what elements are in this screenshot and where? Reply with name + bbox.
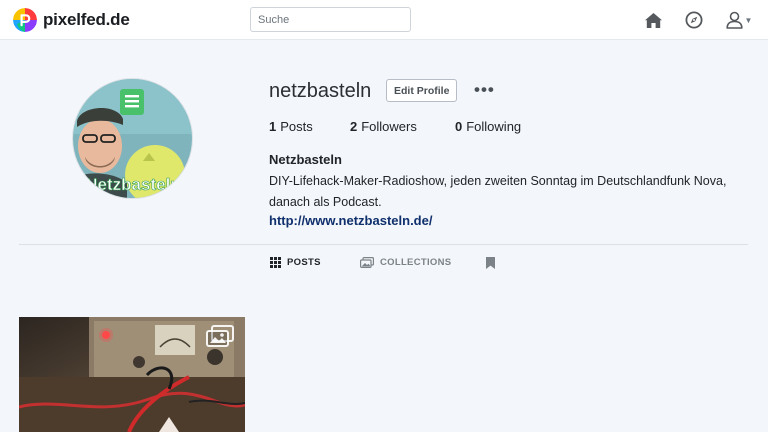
- user-menu-icon[interactable]: ▼: [724, 9, 754, 31]
- profile-display-name: Netzbasteln: [269, 152, 342, 167]
- profile-website-link[interactable]: http://www.netzbasteln.de/: [269, 213, 432, 228]
- search-input[interactable]: [250, 7, 411, 32]
- stat-following[interactable]: 0 Following: [455, 119, 521, 134]
- chevron-down-icon: ▼: [744, 15, 753, 25]
- following-label: Following: [466, 119, 522, 134]
- collections-icon: [360, 257, 374, 268]
- stat-followers[interactable]: 2 Followers: [350, 119, 455, 134]
- posts-count: 1: [269, 119, 277, 134]
- grid-icon: [270, 257, 281, 268]
- stat-posts[interactable]: 1 Posts: [269, 119, 350, 134]
- tab-posts-label: POSTS: [287, 257, 321, 268]
- followers-label: Followers: [361, 119, 417, 134]
- pixelfed-logo-icon: [13, 8, 37, 32]
- more-options-button[interactable]: •••: [474, 80, 495, 100]
- tab-collections[interactable]: COLLECTIONS: [360, 257, 451, 268]
- bookmark-icon: [486, 257, 495, 269]
- following-count: 0: [455, 119, 463, 134]
- nav-icon-group: ▼: [642, 9, 754, 31]
- profile-username: netzbasteln: [269, 80, 372, 102]
- top-navbar: pixelfed.de ▼: [0, 0, 768, 40]
- tab-saved[interactable]: [486, 257, 495, 269]
- tab-collections-label: COLLECTIONS: [380, 257, 452, 268]
- profile-stats: 1 Posts 2 Followers 0 Following: [269, 119, 521, 134]
- edit-profile-button[interactable]: Edit Profile: [386, 79, 458, 102]
- avatar-wordmark: Netzbasteln: [85, 175, 180, 194]
- posts-label: Posts: [280, 119, 313, 134]
- profile-bio: DIY-Lifehack-Maker-Radioshow, jeden zwei…: [269, 174, 727, 209]
- section-divider: [19, 244, 748, 245]
- brand-link[interactable]: pixelfed.de: [13, 8, 130, 32]
- followers-count: 2: [350, 119, 358, 134]
- profile-avatar: Netzbasteln: [72, 78, 193, 199]
- home-icon[interactable]: [642, 9, 664, 31]
- tab-posts[interactable]: POSTS: [270, 257, 321, 268]
- album-icon: [206, 325, 234, 347]
- post-thumbnail[interactable]: [19, 317, 245, 432]
- explore-compass-icon[interactable]: [683, 9, 705, 31]
- brand-name: pixelfed.de: [43, 10, 130, 29]
